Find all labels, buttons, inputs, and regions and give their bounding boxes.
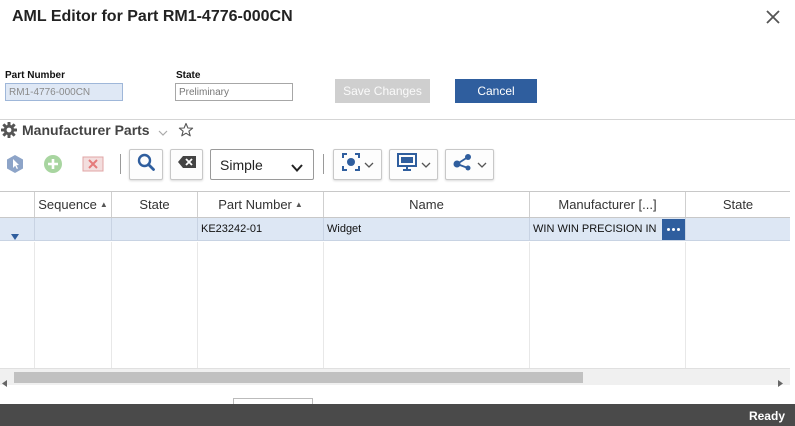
clear-search-button[interactable] bbox=[170, 149, 203, 180]
search-mode-value: Simple bbox=[220, 156, 263, 173]
scroll-right-icon[interactable] bbox=[777, 374, 783, 387]
grid-column-line bbox=[34, 242, 35, 368]
section-divider bbox=[0, 119, 795, 120]
search-button[interactable] bbox=[129, 149, 163, 180]
column-header-state[interactable]: State bbox=[111, 192, 197, 217]
close-icon[interactable] bbox=[764, 8, 782, 26]
chevron-down-icon bbox=[364, 156, 374, 174]
chevron-down-icon[interactable] bbox=[157, 126, 169, 138]
cell-mfr-state[interactable] bbox=[685, 218, 790, 240]
star-icon[interactable] bbox=[178, 122, 194, 138]
share-menu-button[interactable] bbox=[445, 149, 494, 180]
cell-part-number[interactable]: KE23242-01 bbox=[197, 218, 323, 240]
chevron-down-icon bbox=[291, 160, 303, 172]
column-header-sequence[interactable]: Sequence ▲ bbox=[34, 192, 111, 217]
capture-menu-button[interactable] bbox=[333, 149, 382, 180]
cell-state[interactable] bbox=[111, 218, 197, 240]
grid-column-line bbox=[323, 242, 324, 368]
chevron-down-icon bbox=[421, 156, 431, 174]
sort-asc-icon: ▲ bbox=[99, 200, 108, 209]
grid-column-line bbox=[685, 242, 686, 368]
section-header: Manufacturer Parts bbox=[0, 121, 194, 139]
cell-name[interactable]: Widget bbox=[323, 218, 529, 240]
cell-sequence[interactable] bbox=[34, 218, 111, 240]
status-text: Ready bbox=[748, 409, 785, 423]
dialog-title: AML Editor for Part RM1-4776-000CN bbox=[12, 8, 293, 25]
state-field[interactable] bbox=[175, 83, 293, 101]
capture-icon bbox=[341, 153, 360, 176]
search-mode-select[interactable]: Simple bbox=[210, 149, 314, 180]
part-number-label: Part Number bbox=[5, 70, 66, 81]
grid-column-line bbox=[197, 242, 198, 368]
column-header-selector[interactable] bbox=[0, 192, 34, 217]
row-expand-icon[interactable] bbox=[11, 227, 19, 240]
display-menu-button[interactable] bbox=[389, 149, 438, 180]
cancel-button[interactable]: Cancel bbox=[455, 79, 537, 103]
grid-column-line bbox=[529, 242, 530, 368]
part-number-field[interactable] bbox=[5, 83, 123, 101]
grid-column-line bbox=[111, 242, 112, 368]
remove-icon[interactable] bbox=[82, 154, 104, 174]
sort-asc-icon: ▲ bbox=[294, 200, 303, 209]
clear-icon bbox=[177, 155, 197, 174]
search-icon bbox=[137, 153, 155, 176]
column-header-part-number[interactable]: Part Number ▲ bbox=[197, 192, 323, 217]
state-label: State bbox=[176, 70, 201, 81]
pointer-icon[interactable] bbox=[5, 154, 25, 174]
add-icon[interactable] bbox=[43, 154, 63, 174]
table-row[interactable]: KE23242-01 Widget WIN WIN PRECISION IN bbox=[0, 218, 790, 241]
scroll-left-icon[interactable] bbox=[2, 374, 8, 387]
grid-header: Sequence ▲ State Part Number ▲ Name Manufa… bbox=[0, 191, 790, 218]
display-icon bbox=[396, 153, 417, 176]
section-title: Manufacturer Parts bbox=[22, 122, 150, 138]
toolbar-separator bbox=[120, 154, 121, 174]
column-header-name[interactable]: Name bbox=[323, 192, 529, 217]
share-icon bbox=[453, 153, 473, 176]
column-header-mfr-state[interactable]: State bbox=[685, 192, 790, 217]
manufacturer-lookup-button[interactable] bbox=[662, 219, 685, 240]
chevron-down-icon bbox=[477, 156, 487, 174]
column-header-manufacturer[interactable]: Manufacturer [...] bbox=[529, 192, 685, 217]
save-changes-button[interactable]: Save Changes bbox=[335, 79, 430, 103]
cell-manufacturer[interactable]: WIN WIN PRECISION IN bbox=[529, 218, 662, 240]
toolbar-separator bbox=[323, 154, 324, 174]
gear-icon[interactable] bbox=[0, 121, 18, 139]
scrollbar-thumb[interactable] bbox=[14, 372, 583, 383]
horizontal-scrollbar[interactable] bbox=[0, 368, 790, 387]
status-bar: Ready bbox=[0, 404, 795, 426]
